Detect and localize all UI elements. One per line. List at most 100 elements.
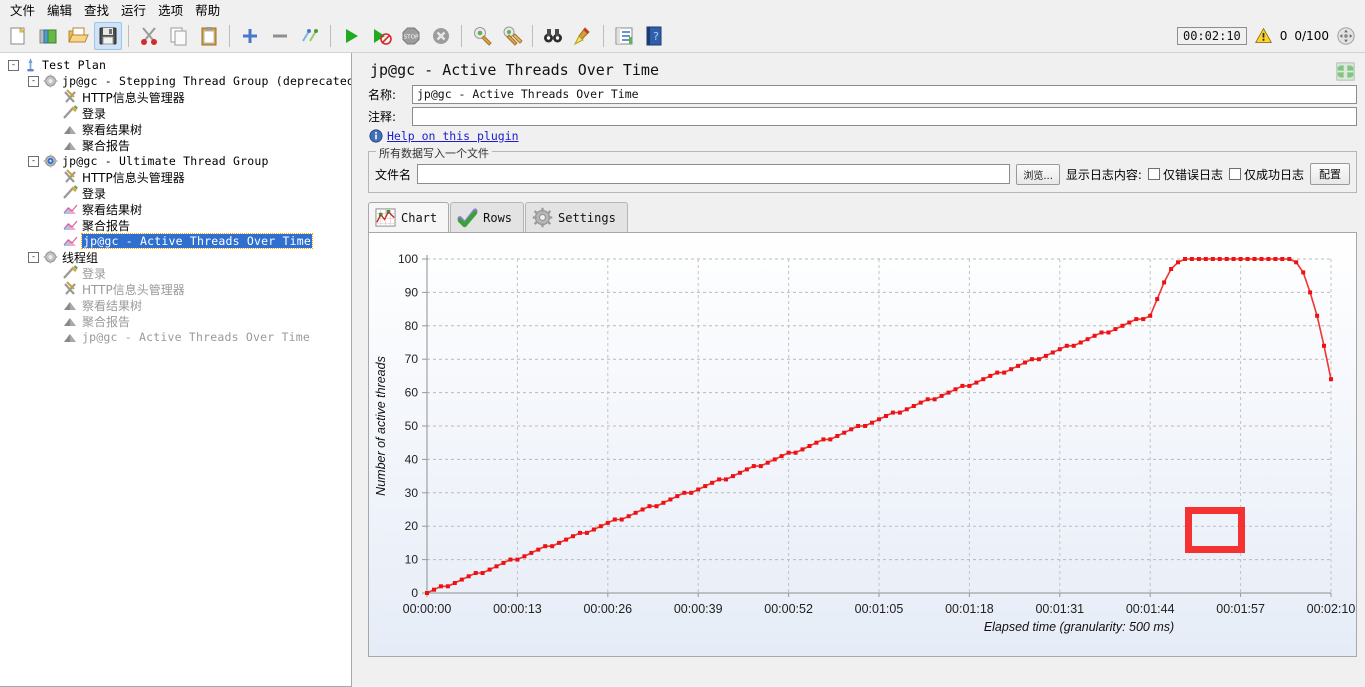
tree-expand-toggle[interactable]: - (28, 155, 39, 167)
tree-node-icon (42, 249, 59, 265)
svg-text:00:00:39: 00:00:39 (674, 602, 723, 616)
tree-node[interactable]: 登录 (0, 265, 351, 281)
function-helper-button[interactable] (610, 22, 638, 50)
help-button[interactable]: ? (640, 22, 668, 50)
clear-all-button[interactable] (498, 22, 526, 50)
success-only-checkbox-wrap[interactable]: 仅成功日志 (1228, 166, 1304, 183)
tab-chart[interactable]: Chart (368, 202, 450, 232)
tree-node[interactable]: - jp@gc - Stepping Thread Group (deprecat… (0, 73, 351, 89)
http-sampler-icon (63, 105, 78, 119)
tree-expand-toggle[interactable]: - (8, 59, 19, 71)
help-row: Help on this plugin (369, 129, 1357, 143)
tree-node[interactable]: jp@gc - Active Threads Over Time (0, 233, 351, 249)
tree-node[interactable]: 聚合报告 (0, 217, 351, 233)
cut-button[interactable] (135, 22, 163, 50)
clear-button[interactable] (468, 22, 496, 50)
templates-icon (39, 29, 57, 43)
comment-input[interactable] (412, 107, 1357, 126)
header-manager-icon (64, 169, 76, 183)
test-plan-tree-pane[interactable]: - Test Plan - jp@gc - Stepping Thread Group… (0, 53, 352, 687)
success-only-label: 仅成功日志 (1243, 167, 1304, 182)
tree-node-label: 线程组 (62, 250, 99, 265)
tree-node[interactable]: HTTP信息头管理器 (0, 281, 351, 297)
toolbar-status-cluster: 00:02:10 0 0/100 (1176, 26, 1362, 46)
tree-node[interactable]: - 线程组 (0, 249, 351, 265)
svg-text:0: 0 (411, 586, 418, 600)
tree-node[interactable]: 聚合报告 (0, 137, 351, 153)
toggle-button[interactable] (296, 22, 324, 50)
clear-broom-icon (474, 26, 492, 46)
menu-help[interactable]: 帮助 (189, 0, 226, 20)
tree-node[interactable]: 登录 (0, 105, 351, 121)
function-list-icon (615, 27, 633, 44)
green-puzzle-icon[interactable] (1336, 62, 1355, 81)
menu-file[interactable]: 文件 (4, 0, 41, 20)
active-thread-count: 0/100 (1294, 28, 1329, 43)
tree-node-label: 察看结果树 (82, 298, 143, 313)
tab-settings[interactable]: Settings (525, 202, 628, 232)
svg-text:STOP: STOP (404, 34, 419, 40)
search-button[interactable] (539, 22, 567, 50)
save-button[interactable] (94, 21, 122, 50)
help-on-plugin-link[interactable]: Help on this plugin (387, 129, 519, 143)
tab-chart-label: Chart (401, 210, 438, 225)
warning-triangle-icon[interactable] (1254, 26, 1273, 45)
templates-button[interactable] (34, 22, 62, 50)
menu-run[interactable]: 运行 (115, 0, 152, 20)
copy-button[interactable] (165, 22, 193, 50)
tree-expand-toggle[interactable]: - (28, 75, 39, 87)
tree-node[interactable]: 登录 (0, 185, 351, 201)
menu-options[interactable]: 选项 (152, 0, 189, 20)
expand-arrows-icon[interactable] (1336, 26, 1356, 46)
filename-input[interactable] (417, 164, 1011, 184)
tree-node-icon (62, 201, 79, 217)
tree-node[interactable]: 察看结果树 (0, 121, 351, 137)
name-label: 名称: (368, 88, 397, 102)
tree-node-icon (62, 169, 79, 185)
reset-search-button[interactable] (569, 22, 597, 50)
svg-text:00:01:05: 00:01:05 (855, 602, 904, 616)
stop-button[interactable]: STOP (397, 22, 425, 50)
svg-text:90: 90 (405, 285, 419, 299)
scissors-icon (141, 26, 157, 45)
configure-button[interactable]: 配置 (1310, 163, 1350, 185)
menu-search[interactable]: 查找 (78, 0, 115, 20)
new-test-plan-button[interactable] (4, 22, 32, 50)
tree-node[interactable]: - Test Plan (0, 57, 351, 73)
tree-node[interactable]: HTTP信息头管理器 (0, 169, 351, 185)
shutdown-button[interactable] (427, 22, 455, 50)
ultimate-group-icon (43, 154, 58, 168)
tree-expand-toggle[interactable]: - (28, 251, 39, 263)
tree-node-icon (62, 185, 79, 201)
tree-node[interactable]: jp@gc - Active Threads Over Time (0, 329, 351, 345)
pane-splitter[interactable] (352, 53, 360, 687)
svg-text:20: 20 (405, 519, 419, 533)
svg-text:00:00:13: 00:00:13 (493, 602, 542, 616)
tree-node[interactable]: HTTP信息头管理器 (0, 89, 351, 105)
errors-only-checkbox[interactable] (1147, 168, 1160, 180)
tab-rows[interactable]: Rows (450, 202, 525, 232)
errors-only-checkbox-wrap[interactable]: 仅错误日志 (1147, 166, 1223, 183)
menu-edit[interactable]: 编辑 (41, 0, 78, 20)
expand-all-button[interactable] (236, 22, 264, 50)
svg-text:00:00:52: 00:00:52 (764, 602, 813, 616)
browse-button[interactable]: 浏览... (1016, 163, 1060, 185)
warning-count: 0 (1279, 28, 1288, 43)
name-input[interactable]: jp@gc - Active Threads Over Time (412, 85, 1357, 104)
active-threads-chart[interactable]: jp@gc - Ultimate Thread Group jmeter-plu… (368, 232, 1357, 657)
start-no-pauses-button[interactable] (367, 22, 395, 50)
listener-icon (64, 302, 76, 310)
paste-button[interactable] (195, 22, 223, 50)
http-sampler-icon (63, 265, 78, 279)
tree-node[interactable]: 聚合报告 (0, 313, 351, 329)
help-book-icon: ? (646, 26, 662, 45)
tree-node[interactable]: 察看结果树 (0, 297, 351, 313)
open-button[interactable] (64, 22, 92, 50)
success-only-checkbox[interactable] (1228, 168, 1241, 180)
svg-text:00:01:57: 00:01:57 (1216, 602, 1265, 616)
tree-node[interactable]: 察看结果树 (0, 201, 351, 217)
tree-node[interactable]: - jp@gc - Ultimate Thread Group (0, 153, 351, 169)
filename-label: 文件名 (375, 167, 412, 182)
collapse-all-button[interactable] (266, 22, 294, 50)
start-button[interactable] (337, 22, 365, 50)
